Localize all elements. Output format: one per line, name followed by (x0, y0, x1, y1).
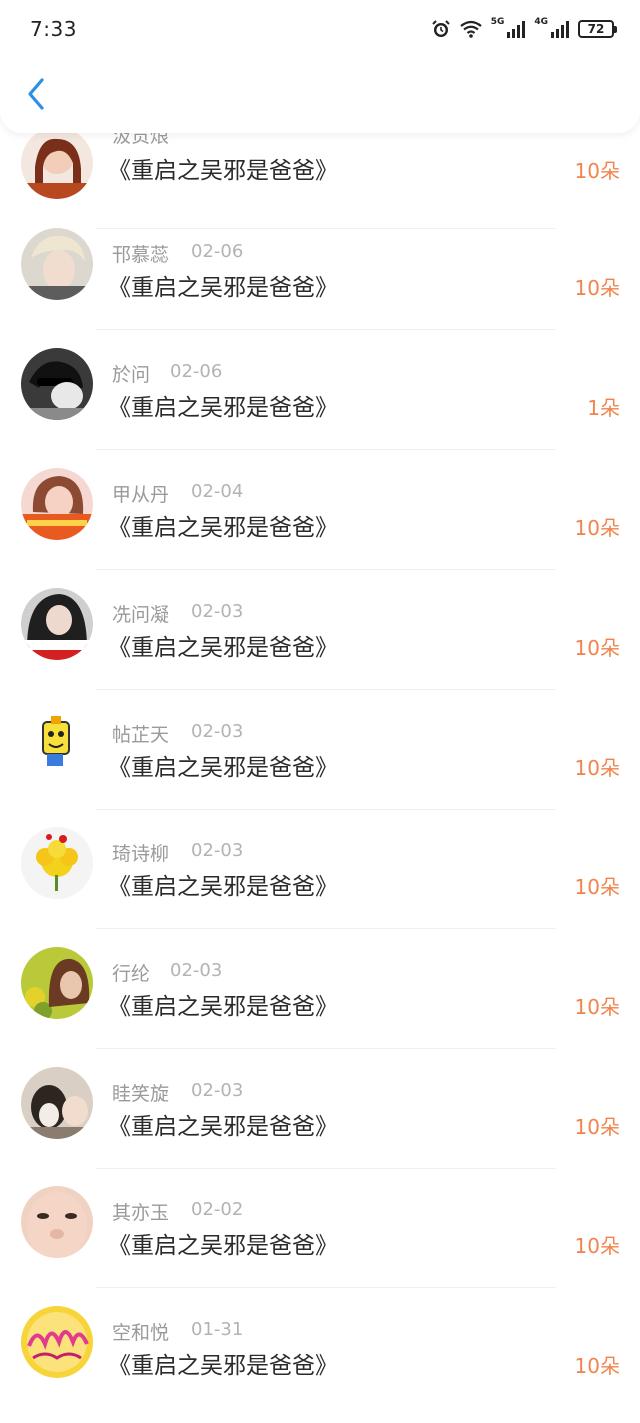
date: 02-03 (191, 721, 244, 742)
book-title: 《重启之吴邪是爸爸》 (108, 874, 338, 900)
flower-count: 10朵 (574, 756, 620, 780)
avatar (21, 348, 93, 420)
status-time: 7:33 (30, 17, 77, 41)
user-name: 甲从丹 (112, 484, 170, 506)
date: 02-04 (191, 481, 244, 502)
book-title: 《重启之吴邪是爸爸》 (108, 994, 338, 1020)
book-title: 《重启之吴邪是爸爸》 (108, 275, 338, 301)
back-button[interactable] (18, 74, 54, 118)
flower-count: 10朵 (574, 516, 620, 540)
user-name: 帖芷天 (112, 724, 170, 746)
list-item[interactable]: 眭笑旋 02-03 《重启之吴邪是爸爸》 10朵 (0, 1049, 640, 1169)
flower-count: 10朵 (574, 636, 620, 660)
flower-count: 1朵 (587, 396, 620, 420)
user-name: 空和悦 (112, 1322, 170, 1344)
date: 02-03 (191, 1080, 244, 1101)
list-item[interactable]: 邗慕蕊 02-06 《重启之吴邪是爸爸》 10朵 (0, 210, 640, 330)
book-title: 《重启之吴邪是爸爸》 (108, 1233, 338, 1259)
list-item[interactable]: 甲从丹 02-04 《重启之吴邪是爸爸》 10朵 (0, 450, 640, 570)
wifi-icon (459, 19, 483, 39)
avatar (21, 947, 93, 1019)
user-name: 眭笑旋 (112, 1083, 170, 1105)
signal-4g-icon (550, 20, 570, 38)
avatar (21, 1306, 93, 1378)
alarm-icon (431, 19, 451, 39)
battery-icon: 72 (578, 20, 617, 38)
date: 01-31 (191, 1319, 244, 1340)
list-item[interactable]: 琦诗柳 02-03 《重启之吴邪是爸爸》 10朵 (0, 809, 640, 929)
status-icons: 5G 4G 72 (431, 17, 617, 39)
network-5g-label: 5G (490, 17, 505, 27)
book-title: 《重启之吴邪是爸爸》 (108, 515, 338, 541)
user-name: 邗慕蕊 (112, 244, 170, 266)
list-item[interactable]: 空和悦 01-31 《重启之吴邪是爸爸》 10朵 (0, 1288, 640, 1408)
flower-count: 10朵 (574, 276, 620, 300)
date: 02-03 (191, 601, 244, 622)
avatar (21, 228, 93, 300)
user-name: 於问 (112, 364, 151, 386)
date: 02-03 (191, 840, 244, 861)
list-item[interactable]: 帖芷天 02-03 《重启之吴邪是爸爸》 10朵 (0, 690, 640, 810)
avatar (21, 1186, 93, 1258)
date: 02-06 (170, 361, 223, 382)
avatar (21, 1067, 93, 1139)
status-bar: 7:33 5G 4G 72 (0, 0, 640, 58)
list-item[interactable]: 於问 02-06 《重启之吴邪是爸爸》 1朵 (0, 330, 640, 450)
user-name: 其亦玉 (112, 1202, 170, 1224)
avatar (21, 468, 93, 540)
flower-count: 10朵 (574, 995, 620, 1019)
list-item[interactable]: 其亦玉 02-02 《重启之吴邪是爸爸》 10朵 (0, 1168, 640, 1288)
book-title: 《重启之吴邪是爸爸》 (108, 635, 338, 661)
list-item[interactable]: 行纶 02-03 《重启之吴邪是爸爸》 10朵 (0, 929, 640, 1049)
user-name: 行纶 (112, 963, 151, 985)
book-title: 《重启之吴邪是爸爸》 (108, 1353, 338, 1379)
book-title: 《重启之吴邪是爸爸》 (108, 158, 338, 184)
flower-count: 10朵 (574, 1115, 620, 1139)
user-name: 冼问凝 (112, 604, 170, 626)
flower-count: 10朵 (574, 1234, 620, 1258)
date: 02-02 (191, 1199, 244, 1220)
network-4g-label: 4G (534, 17, 548, 27)
flower-count: 10朵 (574, 1354, 620, 1378)
nav-bar (0, 58, 640, 133)
battery-level: 72 (587, 22, 605, 36)
user-name: 琦诗柳 (112, 843, 170, 865)
book-title: 《重启之吴邪是爸爸》 (108, 1114, 338, 1140)
date: 02-03 (170, 960, 223, 981)
flower-count: 10朵 (574, 875, 620, 899)
avatar (21, 588, 93, 660)
avatar (21, 127, 93, 199)
book-title: 《重启之吴邪是爸爸》 (108, 755, 338, 781)
book-title: 《重启之吴邪是爸爸》 (108, 395, 338, 421)
signal-5g-icon (506, 20, 526, 38)
avatar (21, 708, 93, 780)
date: 02-06 (191, 241, 244, 262)
avatar (21, 827, 93, 899)
chevron-left-icon (26, 77, 46, 115)
flower-count: 10朵 (574, 159, 620, 183)
list-item[interactable]: 冼问凝 02-03 《重启之吴邪是爸爸》 10朵 (0, 570, 640, 690)
